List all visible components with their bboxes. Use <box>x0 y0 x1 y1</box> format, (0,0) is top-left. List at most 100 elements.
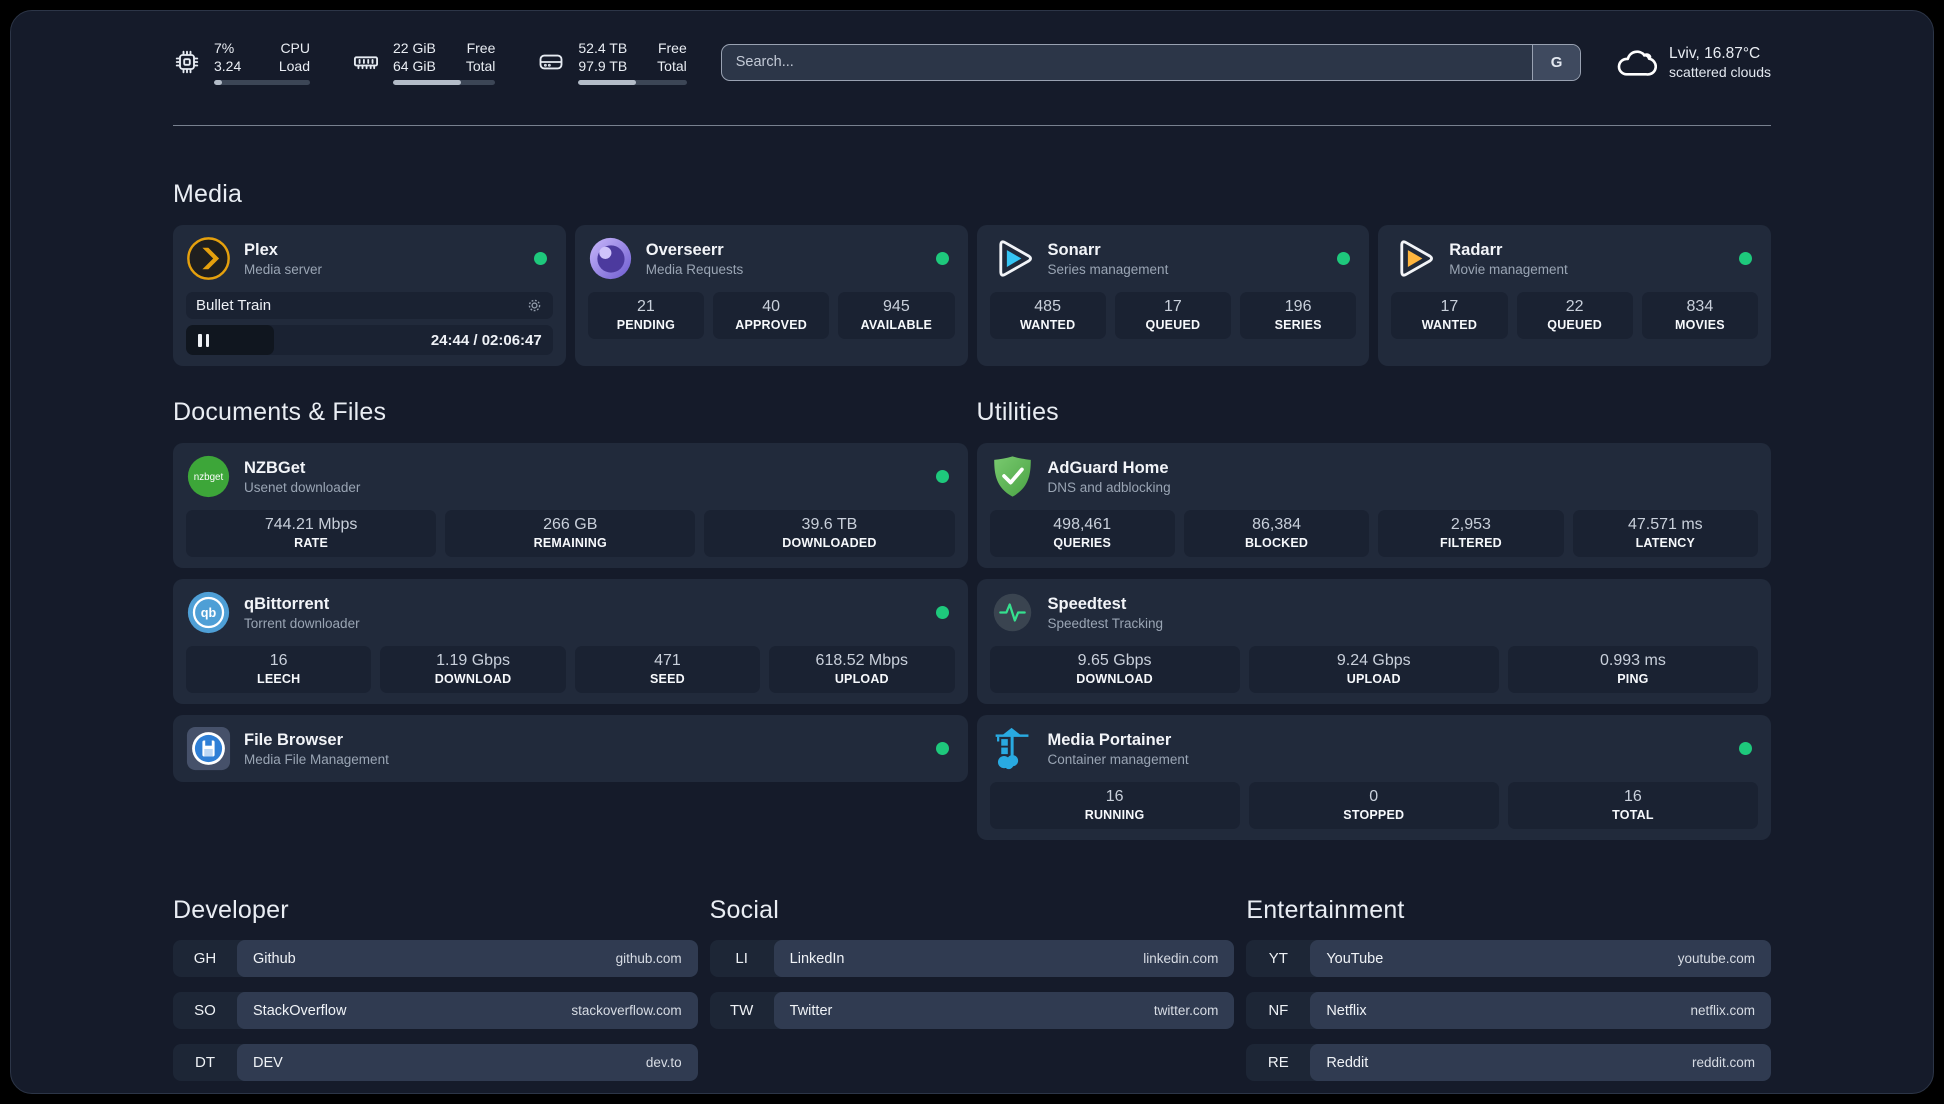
stat-box: 16 LEECH <box>186 646 372 694</box>
stat-box: 17 QUEUED <box>1114 292 1231 340</box>
cloud-icon <box>1615 45 1658 79</box>
stat-box: 1.19 Gbps DOWNLOAD <box>380 646 566 694</box>
service-subtitle: Torrent downloader <box>244 615 360 631</box>
service-subtitle: Movie management <box>1449 261 1568 277</box>
plex-icon <box>186 236 231 281</box>
service-card-radarr[interactable]: Radarr Movie management 17 WANTED 22 QUE… <box>1378 225 1771 367</box>
disk-values: 52.4 TB 97.9 TB <box>578 39 627 75</box>
stat-value: 945 <box>883 298 910 316</box>
bookmark-linkedin[interactable]: LI LinkedIn linkedin.com <box>709 940 1235 978</box>
stat-box: 16 RUNNING <box>989 782 1240 830</box>
disk-labels: Free Total <box>657 39 687 75</box>
bookmark-url: youtube.com <box>1677 951 1755 967</box>
stat-value: 2,953 <box>1450 516 1491 534</box>
bookmark-abbr: SO <box>194 1002 216 1020</box>
service-card-sonarr[interactable]: Sonarr Series management 485 WANTED 17 Q… <box>976 225 1370 367</box>
stat-box: 39.6 TB DOWNLOADED <box>704 510 955 558</box>
status-dot <box>935 606 949 620</box>
stat-value: 17 <box>1440 298 1459 316</box>
stat-label: SEED <box>650 672 685 687</box>
section-entertainment: Entertainment YT YouTube youtube.com NF … <box>1246 896 1771 1082</box>
bookmark-abbr: NF <box>1268 1002 1289 1020</box>
stat-label: MOVIES <box>1674 318 1725 333</box>
service-subtitle: Usenet downloader <box>244 479 361 495</box>
stat-value: 16 <box>1105 788 1124 806</box>
ram-total: 64 GiB <box>393 58 436 75</box>
search-engine-button[interactable]: G <box>1532 44 1581 80</box>
stat-label: SERIES <box>1274 318 1322 333</box>
cpu-values: 7% 3.24 <box>214 39 241 75</box>
service-card-overseerr[interactable]: Overseerr Media Requests 21 PENDING 40 A… <box>574 225 968 367</box>
bookmark-url: linkedin.com <box>1143 951 1219 967</box>
stat-value: 39.6 TB <box>801 516 858 534</box>
disk-label-top: Free <box>657 40 687 56</box>
service-card-plex[interactable]: Plex Media server Bullet Train 24:44 / 0… <box>173 225 566 367</box>
qbittorrent-icon: qb <box>186 590 231 635</box>
bookmark-name: StackOverflow <box>253 1002 347 1019</box>
service-card-portainer[interactable]: Media Portainer Container management 16 … <box>976 715 1771 841</box>
bookmark-url: twitter.com <box>1153 1003 1219 1019</box>
stat-box: 21 PENDING <box>587 292 704 340</box>
ram-widget: 22 GiB 64 GiB Free Total <box>352 39 496 86</box>
bookmark-name: DEV <box>253 1054 283 1071</box>
bookmark-dev[interactable]: DT DEV dev.to <box>173 1044 698 1082</box>
stat-box: 834 MOVIES <box>1641 292 1758 340</box>
svg-text:qb: qb <box>201 607 217 621</box>
stat-label: WANTED <box>1421 318 1478 333</box>
stat-label: WANTED <box>1019 318 1076 333</box>
ram-icon <box>352 48 380 76</box>
status-dot <box>935 252 949 266</box>
bookmark-twitter[interactable]: TW Twitter twitter.com <box>709 992 1235 1030</box>
stat-label: PENDING <box>616 318 676 333</box>
pause-icon[interactable] <box>198 333 209 347</box>
service-card-nzbget[interactable]: nzbget NZBGet Usenet downloader 744.21 M… <box>173 443 968 569</box>
stat-value: 266 GB <box>543 516 598 534</box>
stat-box: 40 APPROVED <box>713 292 830 340</box>
bookmark-netflix[interactable]: NF Netflix netflix.com <box>1246 992 1771 1030</box>
stat-value: 17 <box>1163 298 1182 316</box>
bookmark-name: LinkedIn <box>789 950 845 967</box>
bookmark-github[interactable]: GH Github github.com <box>173 940 698 978</box>
stat-box: 471 SEED <box>574 646 761 694</box>
now-playing-options-icon[interactable] <box>526 297 543 314</box>
now-playing-row: Bullet Train <box>186 292 553 320</box>
stat-box: 498,461 QUERIES <box>989 510 1175 558</box>
stat-value: 498,461 <box>1053 516 1112 534</box>
stat-box: 16 TOTAL <box>1507 782 1759 830</box>
stat-value: 1.19 Gbps <box>436 652 510 670</box>
stat-label: QUERIES <box>1053 536 1112 551</box>
bookmark-name: YouTube <box>1326 950 1384 967</box>
service-card-adguard[interactable]: AdGuard Home DNS and adblocking 498,461 … <box>976 443 1771 569</box>
dashboard-root: 7% 3.24 CPU Load 22 GiB 64 GiB Free Tota… <box>10 10 1934 1094</box>
bookmark-reddit[interactable]: RE Reddit reddit.com <box>1246 1044 1771 1082</box>
stat-box: 0.993 ms PING <box>1507 646 1759 694</box>
service-subtitle: Container management <box>1047 751 1189 767</box>
status-dot <box>1739 252 1752 266</box>
stat-box: 0 STOPPED <box>1248 782 1499 830</box>
disk-widget: 52.4 TB 97.9 TB Free Total <box>537 39 687 86</box>
cpu-label-top: CPU <box>280 40 310 56</box>
speedtest-icon <box>990 590 1035 635</box>
search-input[interactable] <box>721 44 1533 80</box>
nzbget-icon: nzbget <box>186 454 231 499</box>
disk-free: 52.4 TB <box>578 40 628 56</box>
stat-label: APPROVED <box>735 318 807 333</box>
ram-progress-bar <box>393 80 496 86</box>
stat-value: 40 <box>762 298 781 316</box>
stat-value: 0.993 ms <box>1600 652 1666 670</box>
bookmark-stackoverflow[interactable]: SO StackOverflow stackoverflow.com <box>173 992 698 1030</box>
service-title: qBittorrent <box>244 594 330 613</box>
service-subtitle: Media File Management <box>244 751 389 767</box>
stat-label: RUNNING <box>1084 808 1145 823</box>
stat-label: DOWNLOAD <box>1076 672 1153 687</box>
service-card-filebrowser[interactable]: File Browser Media File Management <box>173 715 968 783</box>
bookmark-url: netflix.com <box>1690 1003 1755 1019</box>
service-card-speedtest[interactable]: Speedtest Speedtest Tracking 9.65 Gbps D… <box>976 579 1771 705</box>
section-title-developer: Developer <box>173 896 289 925</box>
section-documents-files: Documents & Files nzbget NZBGet Usenet d… <box>173 398 968 840</box>
cpu-percent: 7% <box>214 40 235 56</box>
bookmark-youtube[interactable]: YT YouTube youtube.com <box>1246 940 1771 978</box>
service-card-qbittorrent[interactable]: qb qBittorrent Torrent downloader 16 LEE… <box>173 579 968 705</box>
cpu-icon <box>173 48 201 76</box>
service-subtitle: Speedtest Tracking <box>1047 615 1164 631</box>
